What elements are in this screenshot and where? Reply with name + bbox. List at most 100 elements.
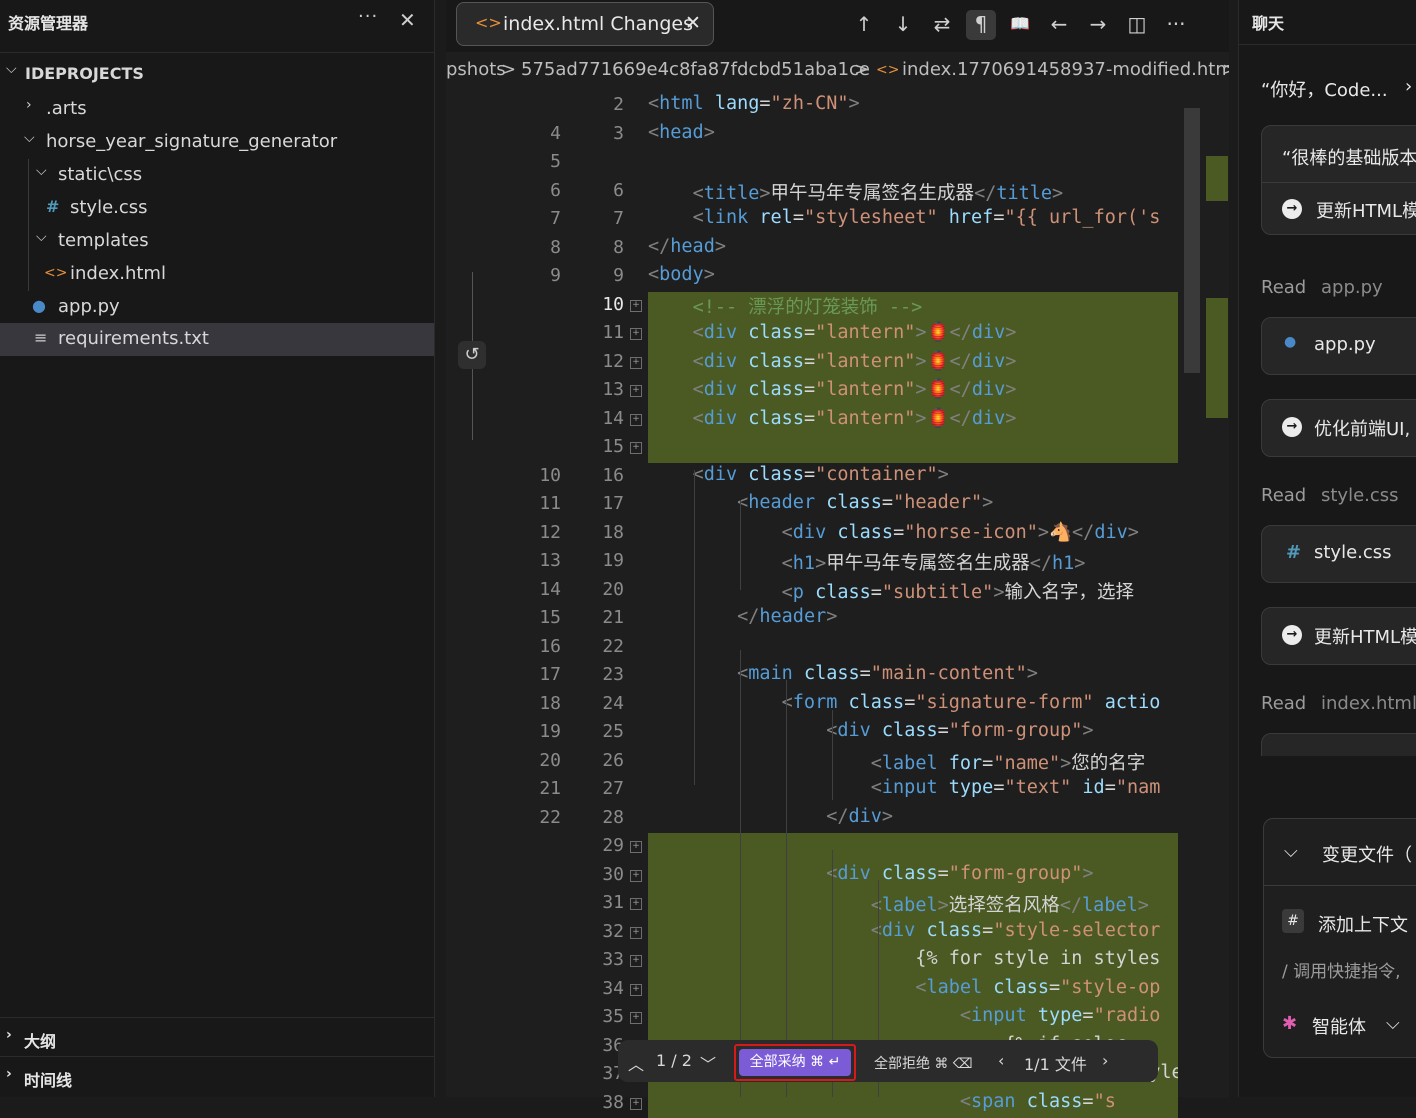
- code-line[interactable]: <p class="subtitle">输入名字，选择: [648, 578, 1178, 604]
- action-card[interactable]: → 优化前端UI,: [1261, 399, 1416, 457]
- file-counter: 1/1 文件: [1024, 1055, 1087, 1074]
- chevron-right-icon: ›: [6, 1027, 12, 1043]
- tree-item-horse-project[interactable]: ⌵ horse_year_signature_generator: [0, 126, 434, 159]
- user-message[interactable]: “你好，Code...: [1261, 76, 1388, 102]
- close-icon[interactable]: ✕: [399, 8, 416, 32]
- file-card-app-py[interactable]: ● app.py: [1261, 317, 1416, 375]
- new-line-number: 2: [613, 94, 624, 115]
- indent-guide: [832, 710, 833, 800]
- code-line[interactable]: <span class="s: [648, 1091, 1178, 1112]
- chevron-left-icon[interactable]: ‹: [998, 1051, 1004, 1070]
- tree-item-arts[interactable]: › .arts: [0, 93, 434, 126]
- code-line[interactable]: <div class="lantern">🏮</div>: [648, 407, 1178, 429]
- new-line-number: 14: [602, 407, 624, 429]
- chevron-right-icon[interactable]: ›: [1405, 76, 1412, 97]
- old-line-number: 19: [539, 721, 561, 742]
- more-icon[interactable]: ···: [358, 6, 378, 27]
- code-line[interactable]: <input type="text" id="nam: [648, 777, 1178, 798]
- hash-icon[interactable]: #: [1282, 909, 1304, 933]
- agent-logo-icon: ✱: [1282, 1013, 1298, 1034]
- new-line-number: 11: [602, 322, 624, 343]
- new-line-number: 31: [602, 892, 624, 913]
- read-file[interactable]: index.html: [1321, 693, 1416, 714]
- tree-item-static-css[interactable]: ⌵ static\css: [0, 159, 434, 192]
- chat-composer: ⌵ 变更文件（ # 添加上下文 / 调用快捷指令, ✱ 智能体 ⌵: [1263, 818, 1416, 1058]
- new-line-number: 8: [613, 236, 624, 258]
- add-context-button[interactable]: 添加上下文: [1318, 911, 1408, 937]
- tree-item-requirements[interactable]: ≡ requirements.txt: [0, 323, 434, 356]
- minimap-scrollbar[interactable]: [1184, 108, 1229, 1098]
- new-line-number: 30: [602, 863, 624, 885]
- code-line[interactable]: {% for style in styles: [648, 948, 1178, 969]
- tree-item-templates[interactable]: ⌵ templates: [0, 225, 434, 258]
- code-line[interactable]: <div class="lantern">🏮</div>: [648, 350, 1178, 372]
- code-line[interactable]: <title>甲午马年专属签名生成器</title>: [648, 179, 1178, 205]
- timeline-section[interactable]: › 时间线: [0, 1056, 434, 1095]
- root-folder-label: IDEPROJECTS: [25, 64, 144, 83]
- code-line[interactable]: <div class="lantern">🏮</div>: [648, 378, 1178, 400]
- reject-all-button[interactable]: 全部拒绝 ⌘ ⌫: [874, 1053, 973, 1073]
- css-file-icon: #: [1286, 542, 1302, 563]
- revert-icon[interactable]: ↺: [458, 341, 486, 369]
- indent-guide: [786, 680, 787, 1097]
- chevron-right-icon[interactable]: ›: [1102, 1051, 1108, 1070]
- code-line[interactable]: <label class="style-op: [648, 977, 1178, 998]
- new-line-number: 29: [602, 835, 624, 856]
- code-area[interactable]: 2 <html lang="zh-CN"> 4 3 <head> 5 6 6 <title>甲…: [446, 0, 1229, 1118]
- file-card-style-css[interactable]: # style.css: [1261, 525, 1416, 583]
- old-line-number: 18: [539, 692, 561, 714]
- outline-label: 大纲: [24, 1032, 57, 1051]
- code-line[interactable]: <label>选择签名风格</label>: [648, 891, 1178, 917]
- added-line-marker-icon: +: [630, 413, 642, 426]
- code-line[interactable]: <label for="name">您的名字: [648, 749, 1178, 775]
- code-line[interactable]: <h1>甲午马年专属签名生成器</h1>: [648, 549, 1178, 575]
- code-line[interactable]: <div class="horse-icon">🐴</div>: [648, 521, 1178, 543]
- root-folder[interactable]: ⌵ IDEPROJECTS: [0, 57, 434, 90]
- agent-selector[interactable]: 智能体: [1312, 1013, 1366, 1039]
- new-line-number: 17: [602, 493, 624, 514]
- indent-guide: [740, 500, 741, 590]
- read-file[interactable]: style.css: [1321, 485, 1399, 506]
- new-line-number: 38: [602, 1091, 624, 1113]
- chat-input[interactable]: / 调用快捷指令,: [1282, 957, 1401, 982]
- file-card-index-html[interactable]: [1261, 733, 1416, 756]
- code-line[interactable]: <div class="form-group">: [648, 863, 1178, 884]
- code-line[interactable]: </head>: [648, 236, 1178, 257]
- tree-item-label: .arts: [46, 98, 87, 119]
- code-line[interactable]: <div class="form-group">: [648, 720, 1178, 741]
- change-counter: 1 / 2: [656, 1051, 692, 1070]
- code-line[interactable]: <header class="header">: [648, 492, 1178, 513]
- added-line-marker-icon: +: [630, 1097, 642, 1110]
- chevron-down-icon[interactable]: ⌵: [1284, 841, 1298, 862]
- card-title: “很棒的基础版本: [1282, 148, 1416, 169]
- code-line[interactable]: <div class="container">: [648, 464, 1178, 485]
- code-line[interactable]: <link rel="stylesheet" href="{{ url_for(…: [648, 207, 1178, 228]
- action-card[interactable]: → 更新HTML模: [1261, 607, 1416, 665]
- tree-item-style-css[interactable]: # style.css: [0, 192, 434, 225]
- read-file[interactable]: app.py: [1321, 277, 1383, 298]
- tree-item-index-html[interactable]: <> index.html: [0, 258, 434, 291]
- chevron-down-icon[interactable]: ﹀: [700, 1051, 716, 1075]
- chevron-up-icon[interactable]: ︿: [628, 1051, 644, 1075]
- code-line[interactable]: <div class="style-selector: [648, 920, 1178, 941]
- code-line[interactable]: <!-- 漂浮的灯笼装饰 -->: [648, 293, 1178, 319]
- code-line[interactable]: <input type="radio: [648, 1005, 1178, 1026]
- code-line[interactable]: <main class="main-content">: [648, 663, 1178, 684]
- outline-section[interactable]: › 大纲: [0, 1017, 434, 1056]
- accept-all-button[interactable]: 全部采纳 ⌘ ↵: [734, 1044, 856, 1081]
- code-line[interactable]: <form class="signature-form" actio: [648, 692, 1178, 713]
- tree-item-app-py[interactable]: ● app.py: [0, 291, 434, 324]
- added-line-marker-icon: +: [630, 869, 642, 882]
- changed-files-label[interactable]: 变更文件（: [1322, 841, 1412, 867]
- code-line[interactable]: <div class="lantern">🏮</div>: [648, 321, 1178, 343]
- old-line-number: 7: [550, 208, 561, 229]
- new-line-number: 3: [613, 122, 624, 144]
- code-line[interactable]: <html lang="zh-CN">: [648, 93, 1178, 114]
- code-line[interactable]: </div>: [648, 806, 1178, 827]
- assistant-card[interactable]: “很棒的基础版本 → 更新HTML模: [1261, 125, 1416, 235]
- tree-item-label: static\css: [58, 164, 143, 185]
- code-line[interactable]: <body>: [648, 264, 1178, 285]
- chevron-down-icon[interactable]: ⌵: [1386, 1013, 1400, 1034]
- code-line[interactable]: </header>: [648, 606, 1178, 627]
- code-line[interactable]: <head>: [648, 122, 1178, 143]
